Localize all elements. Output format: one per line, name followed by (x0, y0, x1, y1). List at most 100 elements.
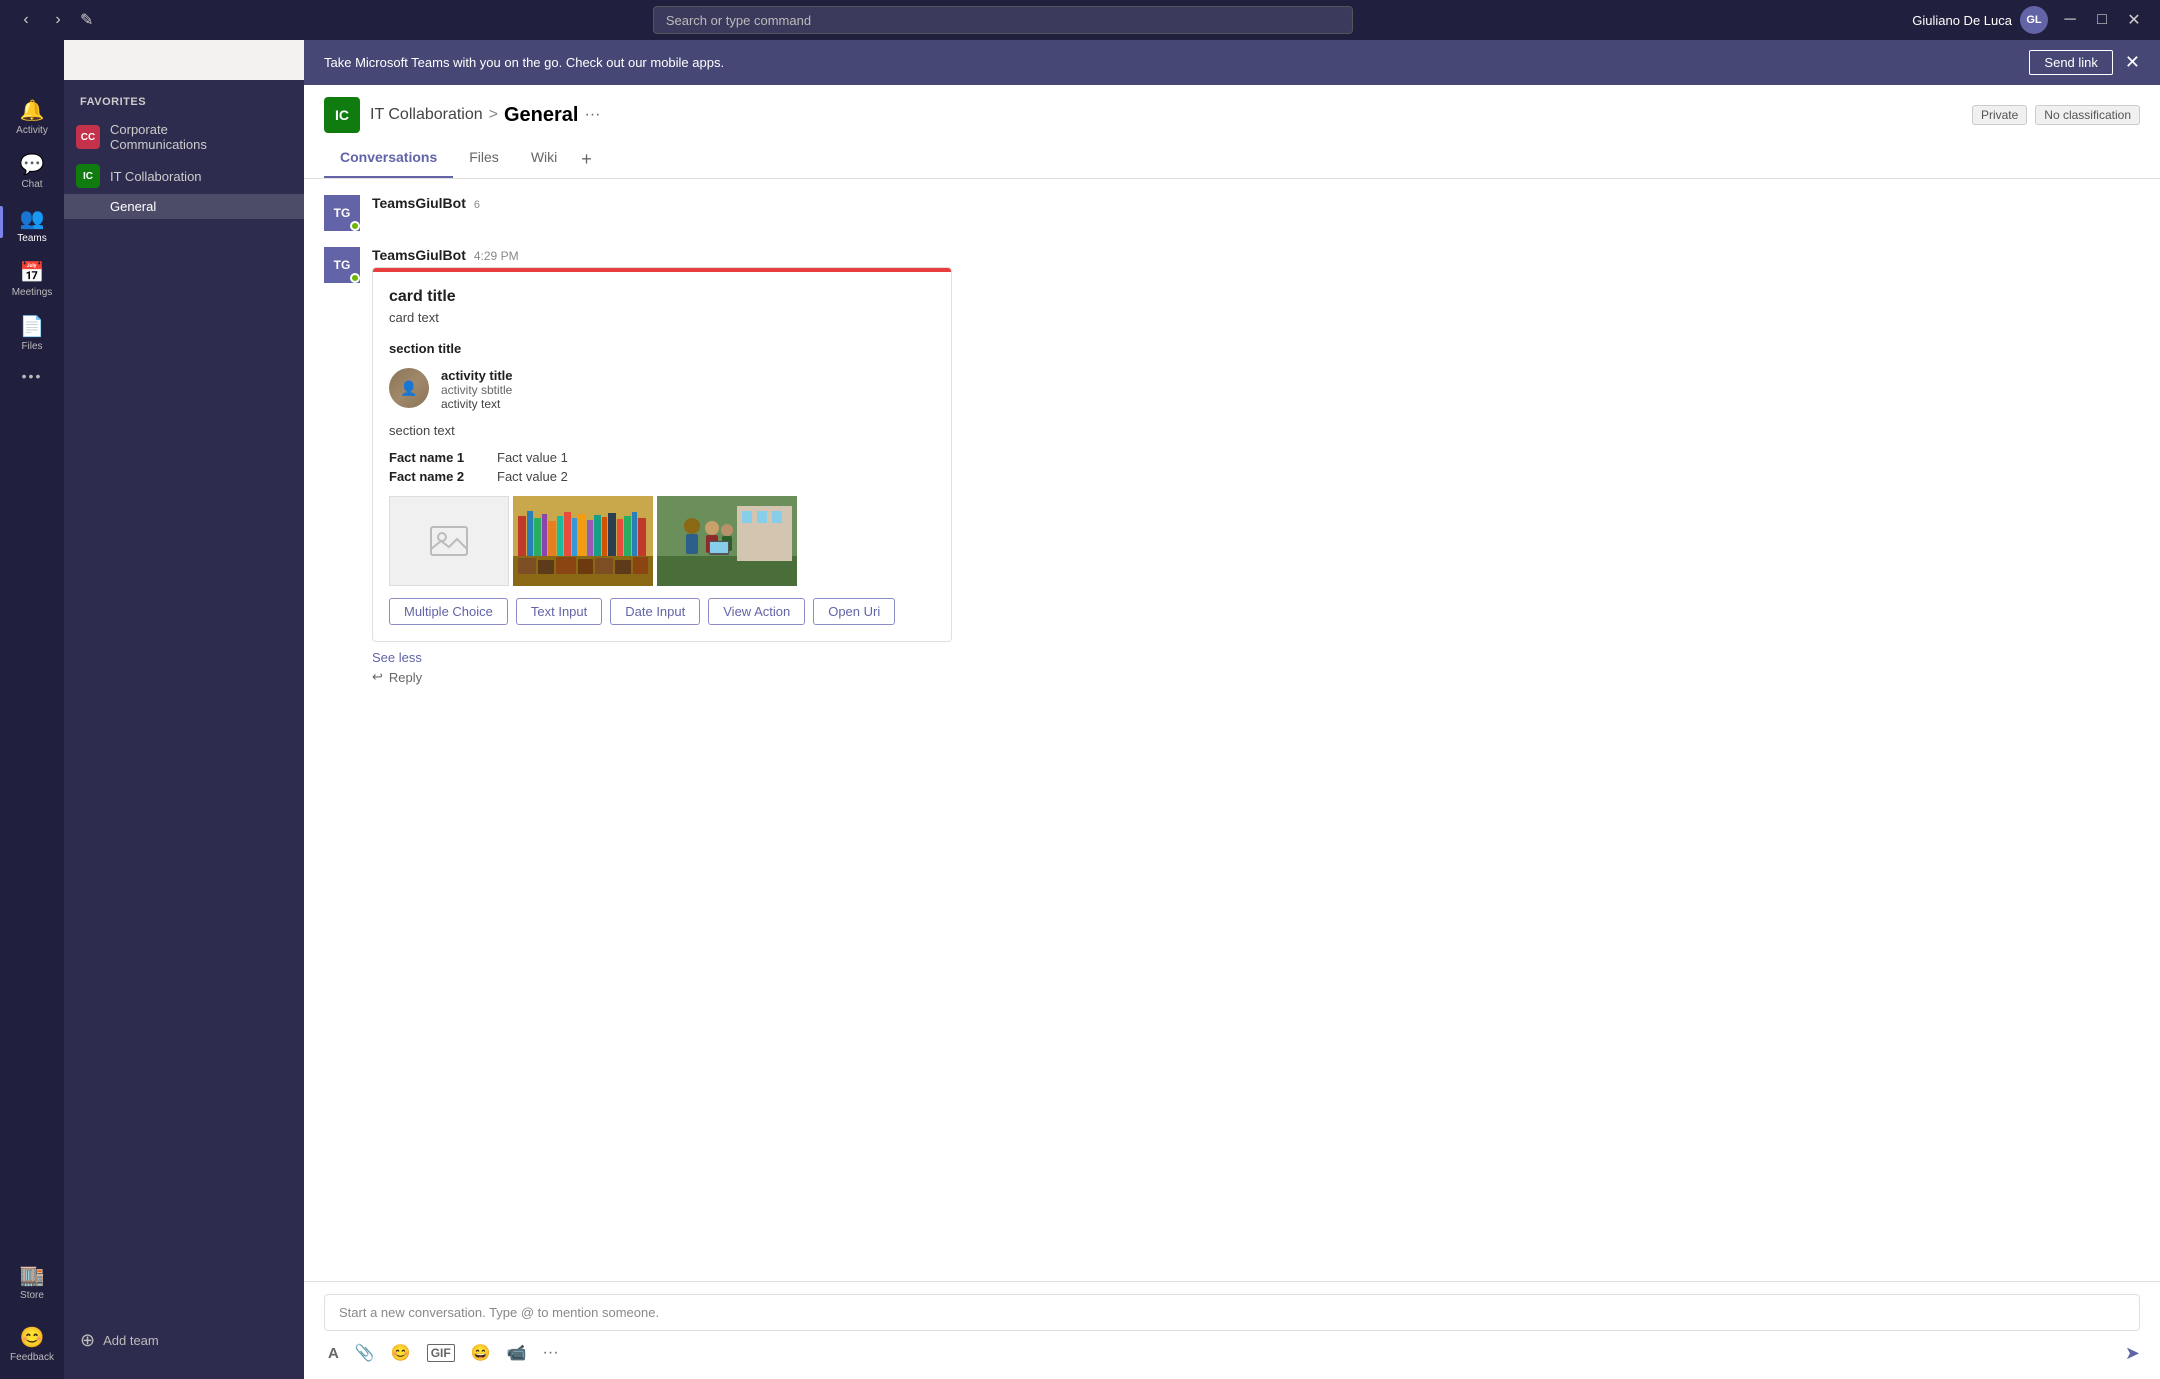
message-row-top: TG TeamsGiulBot 6 (324, 195, 2140, 231)
card-text: card text (389, 310, 935, 325)
send-link-button[interactable]: Send link (2029, 50, 2112, 75)
message-card: card title card text section title 👤 act… (372, 267, 952, 642)
banner-right: Send link ✕ (2029, 50, 2140, 75)
message-time: 4:29 PM (474, 249, 519, 263)
avatar[interactable]: GL (2020, 6, 2048, 34)
section-text: section text (389, 423, 935, 438)
sidebar-item-files[interactable]: 📄 Files (0, 306, 64, 360)
activity-subtitle: activity sbtitle (441, 383, 935, 397)
channel-title-left: IC IT Collaboration > General ··· (324, 97, 600, 133)
channel-title-row: IC IT Collaboration > General ··· Privat… (324, 97, 2140, 133)
banner-close-button[interactable]: ✕ (2125, 52, 2140, 73)
fact-name-1: Fact name 1 (389, 450, 489, 465)
multiple-choice-button[interactable]: Multiple Choice (389, 598, 508, 625)
activity-avatar-inner: 👤 (389, 368, 429, 408)
back-button[interactable]: ‹ (12, 6, 40, 34)
add-team-button[interactable]: ⊕ Add team (64, 1318, 304, 1363)
title-bar: ‹ › ✎ Giuliano De Luca GL ─ □ ✕ (0, 0, 2160, 40)
favorites-label: Favorites (64, 80, 304, 116)
channel-item-general[interactable]: General (64, 194, 304, 219)
sidebar-icons: 🔔 Activity 💬 Chat 👥 Teams 📅 Meetings 📄 F… (0, 40, 64, 1379)
emoji-icon: 😊 (391, 1343, 411, 1363)
new-conversation-placeholder: Start a new conversation. Type @ to ment… (339, 1305, 659, 1320)
private-tag: Private (1972, 105, 2027, 125)
video-button[interactable]: 📹 (503, 1339, 531, 1367)
card-body: card title card text section title 👤 act… (373, 272, 951, 641)
user-name[interactable]: Giuliano De Luca (1912, 13, 2012, 28)
activity-info: activity title activity sbtitle activity… (441, 368, 935, 411)
activity-text: activity text (441, 397, 935, 411)
teams-label: Teams (17, 233, 46, 244)
send-button[interactable]: ➤ (2125, 1343, 2140, 1364)
gif-button[interactable]: GIF (423, 1340, 459, 1366)
more-toolbar-icon: ··· (543, 1344, 559, 1362)
reply-row[interactable]: ↩ Reply (372, 665, 2140, 689)
card-section-title: section title (389, 341, 935, 356)
fact-row-1: Fact name 1 Fact value 1 (389, 450, 935, 465)
attach-icon: 📎 (355, 1343, 375, 1363)
chat-label: Chat (21, 179, 42, 190)
more-toolbar-button[interactable]: ··· (539, 1340, 563, 1366)
channel-icon: IC (324, 97, 360, 133)
sidebar-item-feedback[interactable]: 😊 Feedback (0, 1317, 64, 1371)
messages-area: TG TeamsGiulBot 6 TG TeamsGiulBot 4:29 P… (304, 179, 2160, 1281)
text-input-button[interactable]: Text Input (516, 598, 602, 625)
cc-team-name: Corporate Communications (110, 122, 266, 152)
main-content: Take Microsoft Teams with you on the go.… (304, 40, 2160, 1379)
sidebar-item-meetings[interactable]: 📅 Meetings (0, 252, 64, 306)
close-button[interactable]: ✕ (2120, 6, 2148, 34)
date-input-button[interactable]: Date Input (610, 598, 700, 625)
fact-name-2: Fact name 2 (389, 469, 489, 484)
meetings-icon: 📅 (20, 260, 45, 285)
tab-files[interactable]: Files (453, 141, 515, 178)
sidebar-item-store[interactable]: 🏬 Store (0, 1255, 64, 1309)
team-item-ic[interactable]: IC IT Collaboration ··· (64, 158, 304, 194)
team-item-cc[interactable]: CC Corporate Communications ··· (64, 116, 304, 158)
compose-button[interactable]: ✎ (80, 10, 93, 30)
breadcrumb: IT Collaboration > General ··· (370, 104, 600, 127)
general-channel-name: General (110, 199, 156, 214)
channel-team-name: IT Collaboration (370, 106, 483, 124)
search-bar (653, 6, 1353, 34)
fact-row-2: Fact name 2 Fact value 2 (389, 469, 935, 484)
new-conversation-input-area[interactable]: Start a new conversation. Type @ to ment… (324, 1294, 2140, 1331)
tab-conversations[interactable]: Conversations (324, 141, 453, 178)
sidebar-item-teams[interactable]: 👥 Teams (0, 198, 64, 252)
emoji-button[interactable]: 😊 (387, 1339, 415, 1367)
channel-header: IC IT Collaboration > General ··· Privat… (304, 85, 2160, 179)
new-conversation: Start a new conversation. Type @ to ment… (304, 1281, 2160, 1379)
title-bar-right: Giuliano De Luca GL ─ □ ✕ (1912, 6, 2148, 34)
sidebar-item-chat[interactable]: 💬 Chat (0, 144, 64, 198)
channel-options-button[interactable]: ··· (584, 106, 600, 124)
message-row-card: TG TeamsGiulBot 4:29 PM card title card … (324, 247, 2140, 689)
message-header-top: TeamsGiulBot 6 (372, 195, 2140, 211)
channel-tabs: Conversations Files Wiki + (324, 141, 2140, 178)
sidebar-item-more[interactable]: ••• (0, 360, 64, 392)
forward-button[interactable]: › (44, 6, 72, 34)
sidebar-bottom: ⊕ Add team (64, 1318, 304, 1379)
images-row (389, 496, 935, 586)
bot-avatar: TG (324, 247, 360, 283)
view-action-button[interactable]: View Action (708, 598, 805, 625)
see-less-link[interactable]: See less (372, 650, 2140, 665)
minimize-button[interactable]: ─ (2056, 6, 2084, 34)
message-body: TeamsGiulBot 4:29 PM card title card tex… (372, 247, 2140, 689)
sidebar-item-activity[interactable]: 🔔 Activity (0, 90, 64, 144)
video-icon: 📹 (507, 1343, 527, 1363)
activity-title: activity title (441, 368, 935, 383)
gif-icon: GIF (427, 1344, 455, 1362)
format-button[interactable]: A (324, 1341, 343, 1366)
maximize-button[interactable]: □ (2088, 6, 2116, 34)
files-label: Files (21, 341, 42, 352)
open-uri-button[interactable]: Open Uri (813, 598, 895, 625)
sticker-button[interactable]: 😄 (467, 1339, 495, 1367)
search-input[interactable] (653, 6, 1353, 34)
tab-wiki[interactable]: Wiki (515, 141, 573, 178)
fact-value-2: Fact value 2 (497, 469, 568, 484)
meetings-label: Meetings (12, 287, 53, 298)
bot-status (350, 273, 360, 283)
add-tab-button[interactable]: + (573, 141, 600, 178)
activity-icon: 🔔 (20, 98, 45, 123)
image-books (513, 496, 653, 586)
attach-button[interactable]: 📎 (351, 1339, 379, 1367)
